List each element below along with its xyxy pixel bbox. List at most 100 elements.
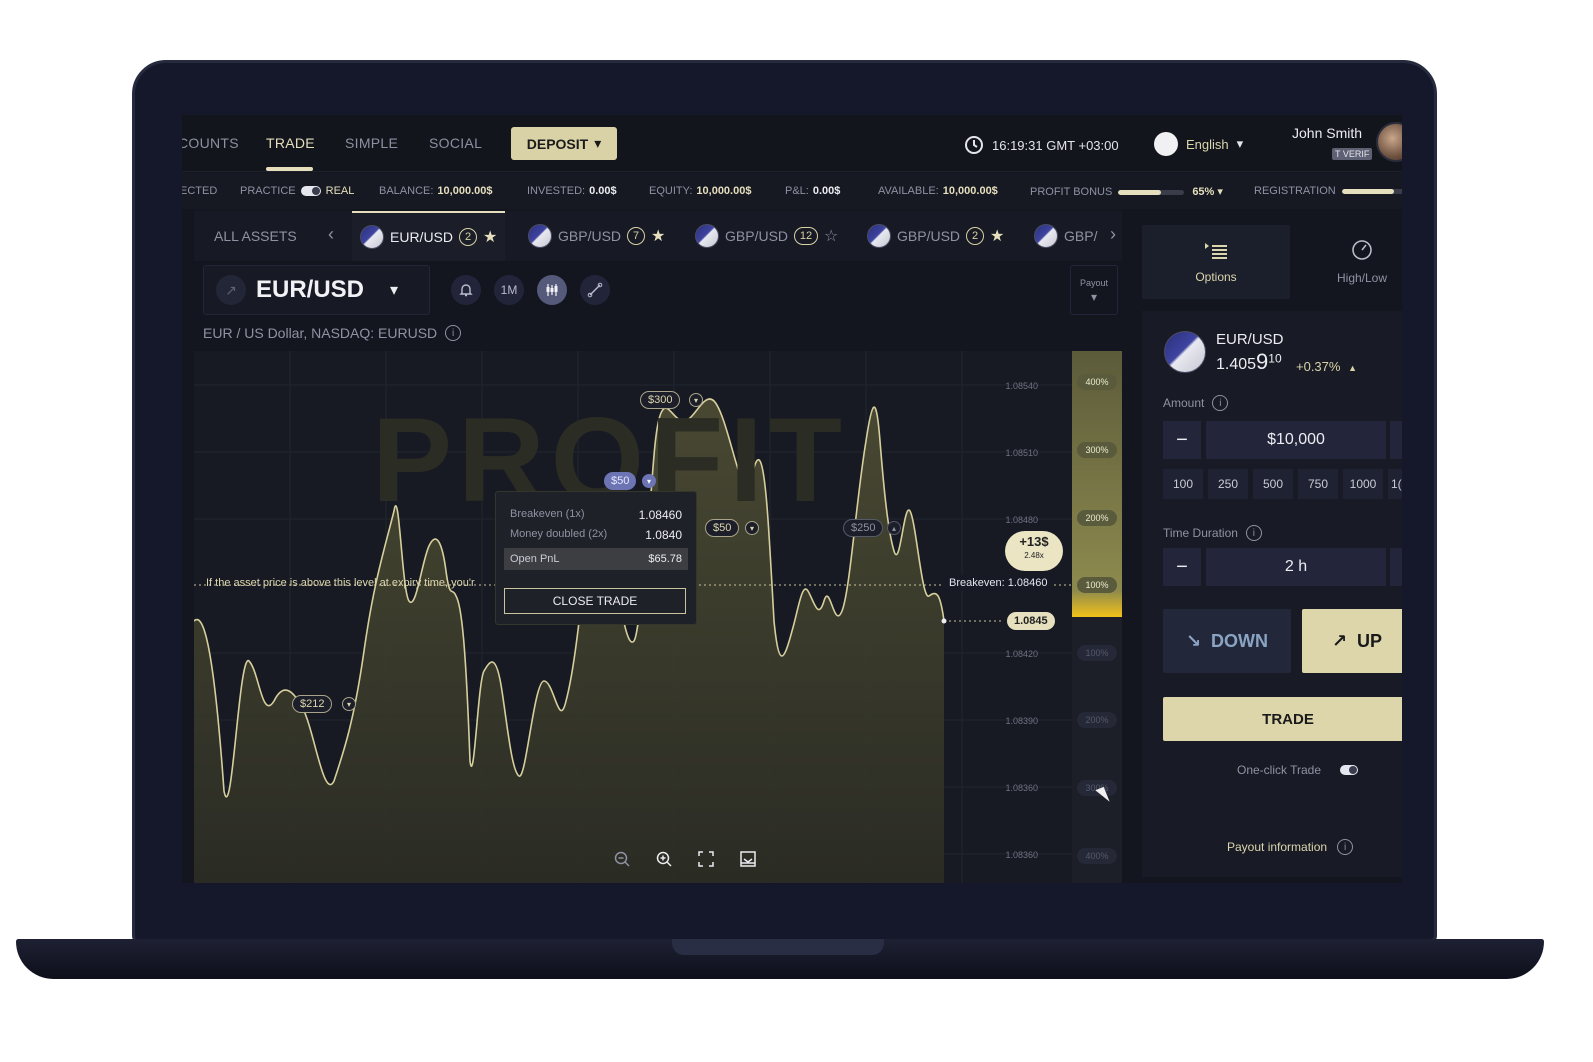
duration-input[interactable]: 2 h: [1206, 548, 1386, 586]
payout-label: Payout: [1079, 278, 1109, 288]
amount-preset[interactable]: 1000: [1343, 469, 1383, 499]
gb-us-flag-icon: [1034, 224, 1058, 248]
profit-multiplier: 2.48x: [1024, 551, 1044, 560]
caret-down-icon: ▾: [390, 282, 399, 299]
balance-value: 10,000.00$: [437, 185, 493, 197]
amount-preset[interactable]: 1(: [1388, 469, 1402, 499]
trade-button[interactable]: TRADE: [1163, 697, 1402, 741]
screenshot-icon[interactable]: [736, 847, 760, 871]
equity-value: 10,000.00$: [696, 185, 752, 197]
payout-information-link[interactable]: Payout information i: [1227, 839, 1354, 855]
zoom-in-icon[interactable]: [652, 847, 676, 871]
trade-tag[interactable]: $212: [292, 695, 333, 713]
asset-tab-gbpusd-2[interactable]: GBP/USD 12 ☆: [687, 211, 846, 261]
payout-dropdown[interactable]: Payout ▾: [1070, 265, 1118, 315]
amount-preset[interactable]: 750: [1298, 469, 1338, 499]
stat-profit-bonus[interactable]: PROFIT BONUS 65% ▾: [1030, 185, 1223, 198]
nav-social[interactable]: SOCIAL: [429, 135, 482, 151]
candles-button[interactable]: [537, 275, 567, 305]
alert-bell-button[interactable]: [451, 275, 481, 305]
info-icon[interactable]: i: [445, 325, 462, 341]
trade-tag[interactable]: $50: [604, 472, 637, 490]
current-price-dot: [941, 618, 947, 624]
star-filled-icon[interactable]: ★: [990, 226, 1004, 246]
duration-label: Time Duration i: [1163, 525, 1262, 541]
amount-label-text: Amount: [1163, 396, 1205, 410]
down-label: DOWN: [1211, 630, 1269, 651]
available-value: 10,000.00$: [942, 185, 998, 197]
close-trade-button[interactable]: CLOSE TRADE: [504, 588, 686, 614]
caret-down-icon: ▾: [1090, 290, 1098, 304]
asset-tab-count: 2: [966, 227, 985, 245]
amount-preset[interactable]: 250: [1208, 469, 1248, 499]
chevron-down-icon[interactable]: ▾: [642, 474, 656, 488]
stat-invested: INVESTED: 0.00$: [527, 185, 617, 197]
duration-decrease-button[interactable]: −: [1163, 548, 1201, 586]
equity-label: EQUITY:: [649, 185, 693, 197]
nav-accounts[interactable]: COUNTS: [182, 135, 239, 151]
chevron-up-icon[interactable]: ▴: [887, 521, 901, 535]
asset-tab-label: GBP/USD: [897, 228, 961, 244]
draw-line-button[interactable]: [580, 275, 610, 305]
amount-preset[interactable]: 500: [1253, 469, 1293, 499]
profit-bonus-fill: [1118, 189, 1162, 195]
star-outline-icon[interactable]: ☆: [824, 226, 838, 246]
candles-icon: [546, 284, 558, 296]
practice-real-toggle[interactable]: [300, 186, 321, 197]
one-click-toggle[interactable]: [1340, 765, 1359, 775]
stat-cut-label: ECTED: [182, 185, 218, 197]
language-select[interactable]: English ▾: [1154, 132, 1243, 156]
mode-toggle[interactable]: PRACTICE REAL: [240, 185, 354, 197]
options-list-icon: [1205, 243, 1227, 259]
asset-tab-gbpusd-1[interactable]: GBP/USD 7 ★: [520, 211, 673, 261]
chevron-right-icon[interactable]: ›: [1110, 224, 1116, 245]
trade-tag[interactable]: $300: [640, 391, 681, 409]
chevron-left-icon[interactable]: ‹: [328, 224, 334, 245]
user-name[interactable]: John Smith: [1292, 125, 1362, 141]
tab-options[interactable]: Options: [1142, 225, 1290, 299]
amount-increase-button[interactable]: [1390, 421, 1402, 459]
stat-registration: REGISTRATION: [1254, 185, 1402, 197]
amount-preset[interactable]: 100: [1163, 469, 1203, 499]
duration-increase-button[interactable]: [1390, 548, 1402, 586]
price-change-value: +0.37%: [1296, 359, 1341, 374]
nav-trade[interactable]: TRADE: [266, 135, 315, 151]
fullscreen-icon[interactable]: [694, 847, 718, 871]
popup-breakeven-value: 1.08460: [638, 508, 682, 522]
asset-tab-gbp-partial[interactable]: GBP/: [1026, 211, 1105, 261]
pair-select[interactable]: ↗ EUR/USD ▾: [203, 265, 430, 315]
chevron-down-icon[interactable]: ▾: [689, 393, 703, 407]
caret-down-icon: ▾: [1236, 136, 1244, 151]
price-chart[interactable]: PROFIT 1.08540 1.08510 1.08480 1.08420 1…: [194, 351, 1122, 883]
registration-label: REGISTRATION: [1254, 185, 1336, 197]
info-icon[interactable]: i: [1212, 395, 1229, 411]
gb-us-flag-icon: [867, 224, 891, 248]
info-icon[interactable]: i: [1245, 525, 1262, 541]
tab-high-low[interactable]: High/Low: [1302, 225, 1402, 299]
amount-input[interactable]: $10,000: [1206, 421, 1386, 459]
timeframe-button[interactable]: 1M: [494, 275, 524, 305]
nav-simple[interactable]: SIMPLE: [345, 135, 398, 151]
asset-tab-gbpusd-3[interactable]: GBP/USD 2 ★: [859, 211, 1012, 261]
panel-price: 1.405910: [1216, 349, 1282, 375]
info-icon[interactable]: i: [1337, 839, 1354, 855]
chevron-down-icon[interactable]: ▾: [342, 697, 356, 711]
avatar[interactable]: [1376, 122, 1402, 162]
price-tick: 1.08360: [1005, 783, 1038, 793]
deposit-button[interactable]: DEPOSIT ▾: [511, 127, 617, 160]
payout-pct-up: 200%: [1077, 510, 1117, 526]
star-filled-icon[interactable]: ★: [483, 227, 497, 247]
star-filled-icon[interactable]: ★: [651, 226, 665, 246]
down-button[interactable]: ↘ DOWN: [1163, 609, 1291, 673]
zoom-out-icon[interactable]: [610, 847, 634, 871]
popup-pnl-label: Open PnL: [510, 553, 560, 565]
trade-tag[interactable]: $50: [705, 519, 740, 537]
chevron-down-icon[interactable]: ▾: [745, 521, 759, 535]
amount-decrease-button[interactable]: −: [1163, 421, 1201, 459]
trend-icon: ↗: [216, 275, 246, 305]
trade-tag[interactable]: $250: [843, 519, 884, 537]
popup-pnl-value: $65.78: [648, 553, 682, 565]
asset-tab-eurusd[interactable]: EUR/USD 2 ★: [352, 211, 506, 261]
all-assets-button[interactable]: ALL ASSETS: [214, 228, 297, 244]
up-button[interactable]: ↗ UP: [1302, 609, 1402, 673]
